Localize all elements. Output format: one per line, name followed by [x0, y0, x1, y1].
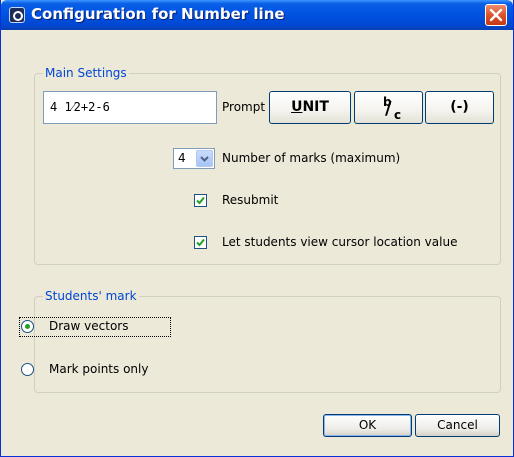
fraction-button[interactable]: b / c [354, 91, 423, 124]
cursor-value-checkbox[interactable] [194, 236, 207, 249]
check-icon [196, 196, 205, 205]
marks-label: Number of marks (maximum) [222, 151, 401, 165]
draw-vectors-label[interactable]: Draw vectors [49, 319, 128, 333]
main-settings-legend: Main Settings [43, 66, 129, 80]
mark-points-radio[interactable] [21, 363, 34, 376]
window-title: Configuration for Number line [31, 5, 285, 23]
resubmit-label: Resubmit [222, 193, 279, 207]
prompt-input[interactable]: 4 1⁄2+2-6 [43, 91, 217, 124]
cancel-button[interactable]: Cancel [415, 414, 500, 437]
negative-button[interactable]: (-) [425, 91, 494, 124]
students-mark-legend: Students' mark [43, 289, 139, 303]
svg-text:c: c [394, 108, 401, 122]
fraction-icon: b / c [383, 95, 401, 122]
marks-value: 4 [178, 151, 186, 165]
svg-text:/: / [385, 98, 392, 119]
draw-vectors-radio[interactable] [21, 320, 34, 333]
cursor-value-label: Let students view cursor location value [222, 235, 458, 249]
close-icon [489, 8, 503, 22]
prompt-label: Prompt [222, 100, 266, 114]
unit-button[interactable]: UNIT [269, 91, 351, 124]
mark-points-label[interactable]: Mark points only [49, 362, 148, 376]
ok-button[interactable]: OK [323, 414, 412, 437]
resubmit-checkbox[interactable] [194, 194, 207, 207]
close-button[interactable] [485, 4, 507, 26]
title-bar[interactable]: Configuration for Number line [1, 0, 513, 30]
marks-combobox[interactable]: 4 [173, 148, 215, 169]
unit-mnemonic: U [291, 99, 303, 115]
students-mark-group: Students' mark [34, 289, 501, 393]
check-icon [196, 238, 205, 247]
app-icon [9, 7, 25, 23]
dialog-window: Configuration for Number line Main Setti… [0, 0, 514, 457]
chevron-down-icon[interactable] [196, 150, 213, 167]
